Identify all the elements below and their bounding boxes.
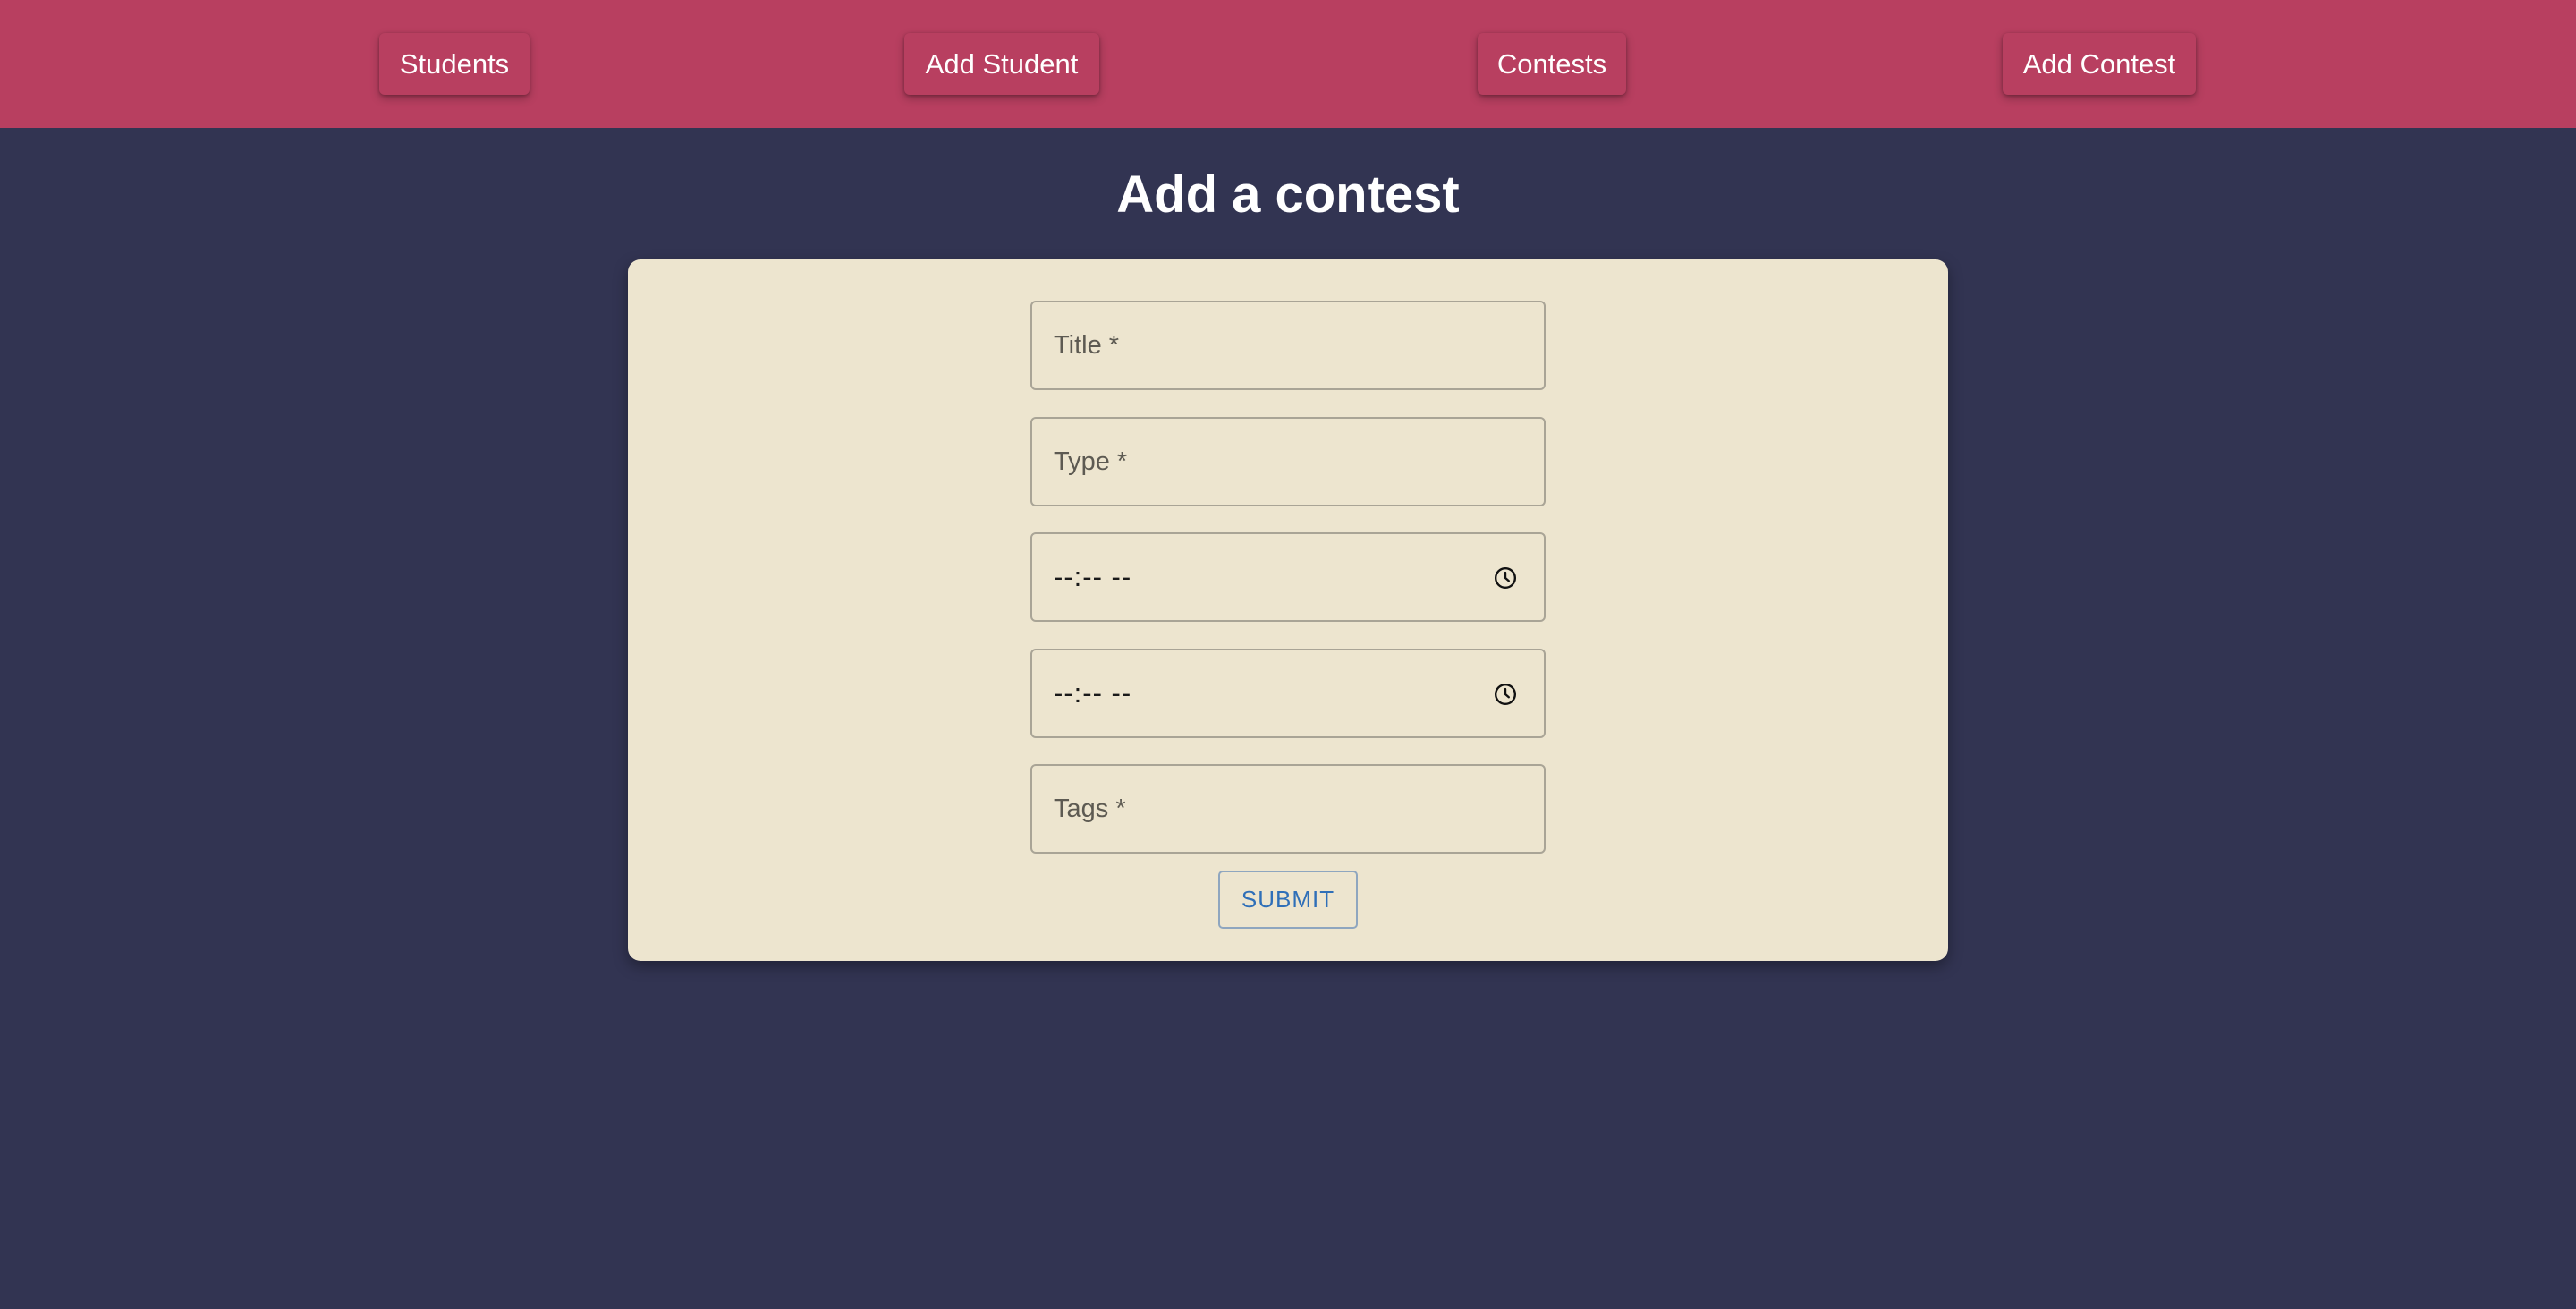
- title-input[interactable]: Title *: [1030, 301, 1546, 390]
- end-time-input[interactable]: --:-- --: [1030, 649, 1546, 738]
- clock-icon[interactable]: [1494, 683, 1517, 706]
- end-time-value: --:-- --: [1054, 677, 1132, 709]
- tags-placeholder: Tags *: [1054, 795, 1126, 823]
- tags-input[interactable]: Tags *: [1030, 764, 1546, 854]
- add-contest-nav-button[interactable]: Add Contest: [2003, 33, 2196, 95]
- page-title: Add a contest: [1116, 166, 1460, 224]
- submit-button[interactable]: SUBMIT: [1218, 871, 1358, 929]
- contests-nav-button[interactable]: Contests: [1478, 33, 1626, 95]
- title-placeholder: Title *: [1054, 331, 1120, 360]
- clock-icon[interactable]: [1494, 566, 1517, 590]
- type-placeholder: Type *: [1054, 447, 1128, 476]
- students-nav-button[interactable]: Students: [379, 33, 530, 95]
- add-student-nav-button[interactable]: Add Student: [904, 33, 1099, 95]
- add-contest-form-card: Title * Type * --:-- -- --:-- -- Tags * …: [628, 259, 1948, 961]
- top-navigation-bar: Students Add Student Contests Add Contes…: [0, 0, 2576, 128]
- start-time-value: --:-- --: [1054, 561, 1132, 592]
- type-input[interactable]: Type *: [1030, 417, 1546, 506]
- start-time-input[interactable]: --:-- --: [1030, 532, 1546, 622]
